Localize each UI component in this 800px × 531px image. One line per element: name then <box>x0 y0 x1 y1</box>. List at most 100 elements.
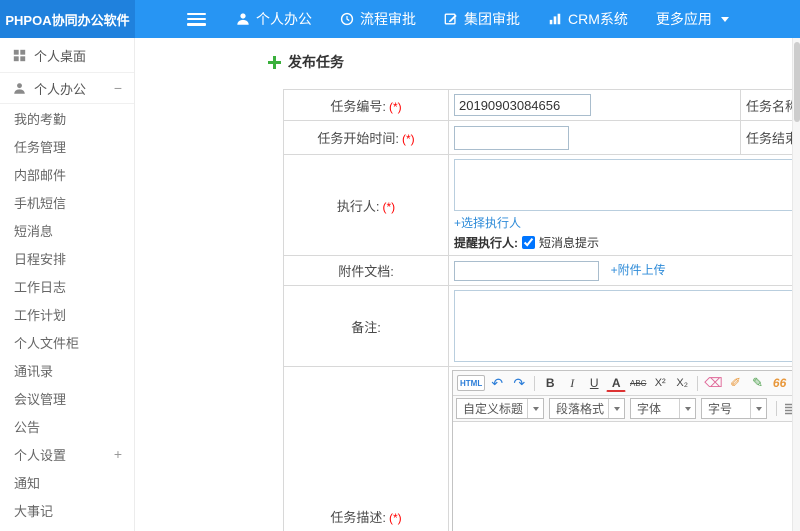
sidebar-item-schedule[interactable]: 日程安排 <box>0 244 134 272</box>
app-logo: PHPOA协同办公软件 <box>0 0 135 38</box>
sidebar-item-label: 个人桌面 <box>34 48 87 64</box>
sidebar-item-attendance[interactable]: 我的考勤 <box>0 104 134 132</box>
underline-button[interactable]: U <box>584 373 604 393</box>
form-row: 任务描述: (*) HTML ↶ ↷ B I U A ABC X² X₂ ⌫ ✐… <box>283 366 800 531</box>
task-number-label: 任务编号: (*) <box>283 89 449 121</box>
sidebar-item-file-cabinet[interactable]: 个人文件柜 <box>0 328 134 356</box>
collapse-icon[interactable]: − <box>114 80 122 96</box>
required-mark: (*) <box>388 99 402 114</box>
format-clear-button[interactable]: ⌫ <box>703 373 723 393</box>
start-time-input[interactable] <box>454 125 569 150</box>
nav-more-apps[interactable]: 更多应用 <box>642 0 743 38</box>
blockquote-button[interactable]: 66 <box>770 373 790 393</box>
sidebar-item-personal-settings[interactable]: 个人设置 + <box>0 440 134 468</box>
undo-button[interactable]: ↶ <box>487 373 507 393</box>
chevron-down-icon <box>720 16 729 22</box>
rich-text-editor: HTML ↶ ↷ B I U A ABC X² X₂ ⌫ ✐ ✎ 66 自定义标… <box>452 370 800 531</box>
chevron-down-icon <box>527 399 543 418</box>
bold-button[interactable]: B <box>540 373 560 393</box>
sidebar-item-news[interactable]: 新闻 <box>0 524 134 531</box>
expand-icon[interactable]: + <box>114 446 122 462</box>
sidebar-item-announcement[interactable]: 公告 <box>0 412 134 440</box>
paragraph-format-select[interactable]: 段落格式 <box>549 398 625 419</box>
sidebar-item-events[interactable]: 大事记 <box>0 496 134 524</box>
bar-chart-icon <box>548 12 562 26</box>
nav-label: 更多应用 <box>655 11 712 27</box>
subscript-button[interactable]: X₂ <box>672 373 692 393</box>
nav-crm-system[interactable]: CRM系统 <box>534 0 642 38</box>
toolbar-separator <box>697 375 699 391</box>
form-row: 执行人: (*) +选择执行人 提醒执行人: 短消息提示 <box>283 154 800 256</box>
font-color-button[interactable]: A <box>606 375 627 392</box>
attachment-input[interactable] <box>454 260 599 281</box>
nav-label: 流程审批 <box>360 11 416 27</box>
task-number-input[interactable] <box>454 94 591 116</box>
font-size-select[interactable]: 字号 <box>701 398 767 419</box>
required-mark: (*) <box>388 511 402 525</box>
nav-group-approval[interactable]: 集团审批 <box>430 0 534 38</box>
page-title: 发布任务 <box>268 52 800 72</box>
attachment-label: 附件文档: <box>283 255 449 286</box>
highlight-pen-button[interactable]: ✎ <box>748 373 768 393</box>
required-mark: (*) <box>401 132 415 146</box>
nav-label: 集团审批 <box>464 11 520 27</box>
sms-remind-checkbox[interactable] <box>522 236 535 249</box>
sidebar-item-meeting[interactable]: 会议管理 <box>0 384 134 412</box>
italic-button[interactable]: I <box>562 373 582 393</box>
editor-toolbar-row2: 自定义标题 段落格式 字体 字号 <box>453 396 800 422</box>
sidebar-item-work-plan[interactable]: 工作计划 <box>0 300 134 328</box>
menu-icon[interactable] <box>187 12 206 26</box>
executor-label: 执行人: (*) <box>283 154 449 256</box>
nav-workflow-approval[interactable]: 流程审批 <box>326 0 430 38</box>
executor-textarea[interactable] <box>454 159 800 211</box>
redo-button[interactable]: ↷ <box>509 373 529 393</box>
main-content: 发布任务 任务编号:(*) 任务名称:(*) 任务开始时间:(*) 任务结束时间… <box>135 38 800 531</box>
chevron-down-icon <box>750 399 766 418</box>
editor-content-area[interactable] <box>453 422 800 531</box>
description-label: 任务描述: (*) <box>283 366 449 531</box>
sms-remind-label: 短消息提示 <box>539 236 600 250</box>
nav-personal-office[interactable]: 个人办公 <box>222 0 326 38</box>
remind-executor-label: 提醒执行人: <box>454 236 518 250</box>
top-header: PHPOA协同办公软件 个人办公 流程审批 集团审批 CRM系统 更多应用 <box>0 0 800 38</box>
attachment-upload-link[interactable]: +附件上传 <box>611 263 666 277</box>
nav-label: CRM系统 <box>568 11 628 27</box>
paint-format-button[interactable]: ✐ <box>726 373 746 393</box>
scrollbar-thumb[interactable] <box>794 42 800 122</box>
page-title-text: 发布任务 <box>288 54 344 70</box>
sidebar-item-short-message[interactable]: 短消息 <box>0 216 134 244</box>
html-source-button[interactable]: HTML <box>457 375 486 391</box>
chevron-down-icon <box>608 399 624 418</box>
sidebar-item-work-log[interactable]: 工作日志 <box>0 272 134 300</box>
choose-executor-link[interactable]: +选择执行人 <box>454 216 521 230</box>
person-icon <box>236 12 250 26</box>
strikethrough-button[interactable]: ABC <box>628 373 648 393</box>
vertical-scrollbar[interactable] <box>792 38 800 531</box>
superscript-button[interactable]: X² <box>650 373 670 393</box>
sidebar-item-desktop[interactable]: 个人桌面 <box>0 38 134 73</box>
flow-clock-icon <box>340 12 354 26</box>
toolbar-separator <box>534 375 536 391</box>
toolbar-separator <box>776 401 777 416</box>
form-row: 任务编号:(*) 任务名称:(*) <box>283 89 800 121</box>
sidebar-item-notice[interactable]: 通知 <box>0 468 134 496</box>
required-mark: (*) <box>382 199 396 214</box>
main-nav: 个人办公 流程审批 集团审批 CRM系统 更多应用 <box>222 0 743 38</box>
sidebar-item-personal-office[interactable]: 个人办公 − <box>0 73 134 104</box>
sidebar-item-contacts[interactable]: 通讯录 <box>0 356 134 384</box>
person-icon <box>13 82 26 95</box>
edit-square-icon <box>444 12 458 26</box>
desktop-grid-icon <box>13 49 26 62</box>
publish-task-form: 任务编号:(*) 任务名称:(*) 任务开始时间:(*) 任务结束时间:(*) … <box>283 89 800 531</box>
remark-textarea[interactable] <box>454 290 800 362</box>
chevron-down-icon <box>679 399 695 418</box>
remark-label: 备注: <box>283 285 449 367</box>
sidebar-item-task-management[interactable]: 任务管理 <box>0 132 134 160</box>
add-icon <box>268 55 281 69</box>
editor-toolbar-row1: HTML ↶ ↷ B I U A ABC X² X₂ ⌫ ✐ ✎ 66 <box>453 371 800 396</box>
font-family-select[interactable]: 字体 <box>630 398 696 419</box>
custom-title-select[interactable]: 自定义标题 <box>456 398 544 419</box>
sidebar: 个人桌面 个人办公 − 我的考勤 任务管理 内部邮件 手机短信 短消息 日程安排… <box>0 38 135 531</box>
sidebar-item-internal-mail[interactable]: 内部邮件 <box>0 160 134 188</box>
sidebar-item-sms[interactable]: 手机短信 <box>0 188 134 216</box>
